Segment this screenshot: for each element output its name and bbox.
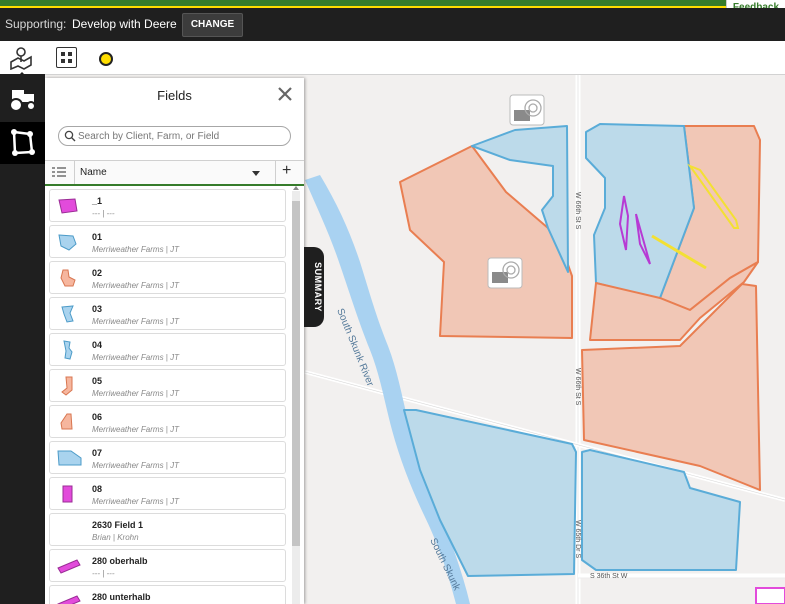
field-boundary-icon xyxy=(11,129,35,156)
search-icon xyxy=(64,130,76,142)
field-shape-icon xyxy=(60,413,73,430)
marker-icon[interactable] xyxy=(487,257,523,289)
field-name: 02 xyxy=(92,268,103,278)
list-item[interactable]: _1 --- | --- xyxy=(49,189,286,222)
field-client-farm: Merriweather Farms | JT xyxy=(92,389,179,398)
search-box xyxy=(58,126,291,146)
field-shape-icon xyxy=(60,269,76,287)
field-client-farm: Merriweather Farms | JT xyxy=(92,245,179,254)
road-label-a: W 66th St S xyxy=(574,192,581,230)
list-item[interactable]: 280 oberhalb --- | --- xyxy=(49,549,286,582)
map-layers-icon[interactable] xyxy=(8,46,34,70)
field-name: 08 xyxy=(92,484,103,494)
field-client-farm: Merriweather Farms | JT xyxy=(92,281,179,290)
field-name: 280 unterhalb xyxy=(92,592,151,602)
left-rail xyxy=(0,74,45,604)
field-client-farm: Merriweather Farms | JT xyxy=(92,461,179,470)
field-shape-icon xyxy=(63,340,73,360)
column-name-header[interactable]: Name xyxy=(80,167,107,178)
map-corner-icon[interactable] xyxy=(755,587,785,604)
field-client-farm: Merriweather Farms | JT xyxy=(92,425,179,434)
field-client-farm: Brian | Krohn xyxy=(92,533,139,542)
field-name: 2630 Field 1 xyxy=(92,520,144,530)
field-name: 07 xyxy=(92,448,103,458)
field-client-farm: Merriweather Farms | JT xyxy=(92,317,179,326)
list-item[interactable]: 05 Merriweather Farms | JT xyxy=(49,369,286,402)
toolbar xyxy=(0,41,785,79)
list-item[interactable]: 06 Merriweather Farms | JT xyxy=(49,405,286,438)
list-item[interactable]: 02 Merriweather Farms | JT xyxy=(49,261,286,294)
summary-label: SUMMARY xyxy=(313,262,323,312)
change-organization-button[interactable]: CHANGE xyxy=(182,13,243,37)
list-item[interactable]: 01 Merriweather Farms | JT xyxy=(49,225,286,258)
scroll-up-arrow-icon[interactable] xyxy=(293,186,299,190)
list-item[interactable]: 03 Merriweather Farms | JT xyxy=(49,297,286,330)
field-client-farm: --- | --- xyxy=(92,209,115,218)
field-name: 06 xyxy=(92,412,103,422)
support-bar: Supporting: Develop with Deere CHANGE xyxy=(0,8,785,41)
field-name: 04 xyxy=(92,340,103,350)
chevron-down-icon[interactable] xyxy=(252,171,260,176)
panel-title: Fields xyxy=(157,88,192,103)
field-client-farm: Merriweather Farms | JT xyxy=(92,353,179,362)
field-shape-icon xyxy=(61,376,73,396)
add-field-button[interactable]: + xyxy=(282,162,291,180)
status-dot-icon[interactable] xyxy=(99,52,113,66)
supporting-label: Supporting: xyxy=(5,17,67,31)
field-shape-icon xyxy=(57,559,81,574)
list-item[interactable]: 280 unterhalb xyxy=(49,585,286,604)
marker-icon[interactable] xyxy=(509,94,545,126)
fields-list: _1 --- | --- 01 Merriweather Farms | JT … xyxy=(45,186,304,604)
brand-stripe xyxy=(0,0,785,8)
list-item[interactable]: 2630 Field 1 Brian | Krohn xyxy=(49,513,286,546)
organization-name: Develop with Deere xyxy=(72,17,177,31)
list-item[interactable]: 07 Merriweather Farms | JT xyxy=(49,441,286,474)
grid-icon[interactable] xyxy=(56,47,77,68)
field-shape-icon xyxy=(61,305,74,323)
scrollbar-thumb[interactable] xyxy=(292,201,300,546)
road-label-d: W 65th Dr S xyxy=(574,520,581,558)
close-icon[interactable] xyxy=(275,84,295,104)
field-name: 03 xyxy=(92,304,103,314)
list-sort-icon[interactable] xyxy=(52,167,66,179)
fields-nav[interactable] xyxy=(0,122,45,164)
field-name: _1 xyxy=(92,196,103,206)
field-shape-icon xyxy=(58,198,78,214)
field-shape-icon xyxy=(62,485,73,503)
tractor-icon xyxy=(9,90,36,112)
field-name: 01 xyxy=(92,232,103,242)
field-shape-icon xyxy=(58,234,77,251)
field-name: 05 xyxy=(92,376,103,386)
road-label-c: S 36th St W xyxy=(590,573,628,580)
field-shape-icon xyxy=(57,595,81,604)
fields-panel: Fields Name + _1 --- | --- 01 Merriweath… xyxy=(45,78,304,604)
summary-tab[interactable]: SUMMARY xyxy=(304,247,324,327)
list-item[interactable]: 08 Merriweather Farms | JT xyxy=(49,477,286,510)
field-shape-icon xyxy=(57,450,82,466)
equipment-nav[interactable] xyxy=(0,78,45,120)
list-item[interactable]: 04 Merriweather Farms | JT xyxy=(49,333,286,366)
list-header: Name + xyxy=(45,160,304,186)
road-label-b: W 66th St S xyxy=(574,368,581,406)
field-client-farm: Merriweather Farms | JT xyxy=(92,497,179,506)
search-input[interactable] xyxy=(78,127,283,145)
field-client-farm: --- | --- xyxy=(92,569,115,578)
field-name: 280 oberhalb xyxy=(92,556,148,566)
